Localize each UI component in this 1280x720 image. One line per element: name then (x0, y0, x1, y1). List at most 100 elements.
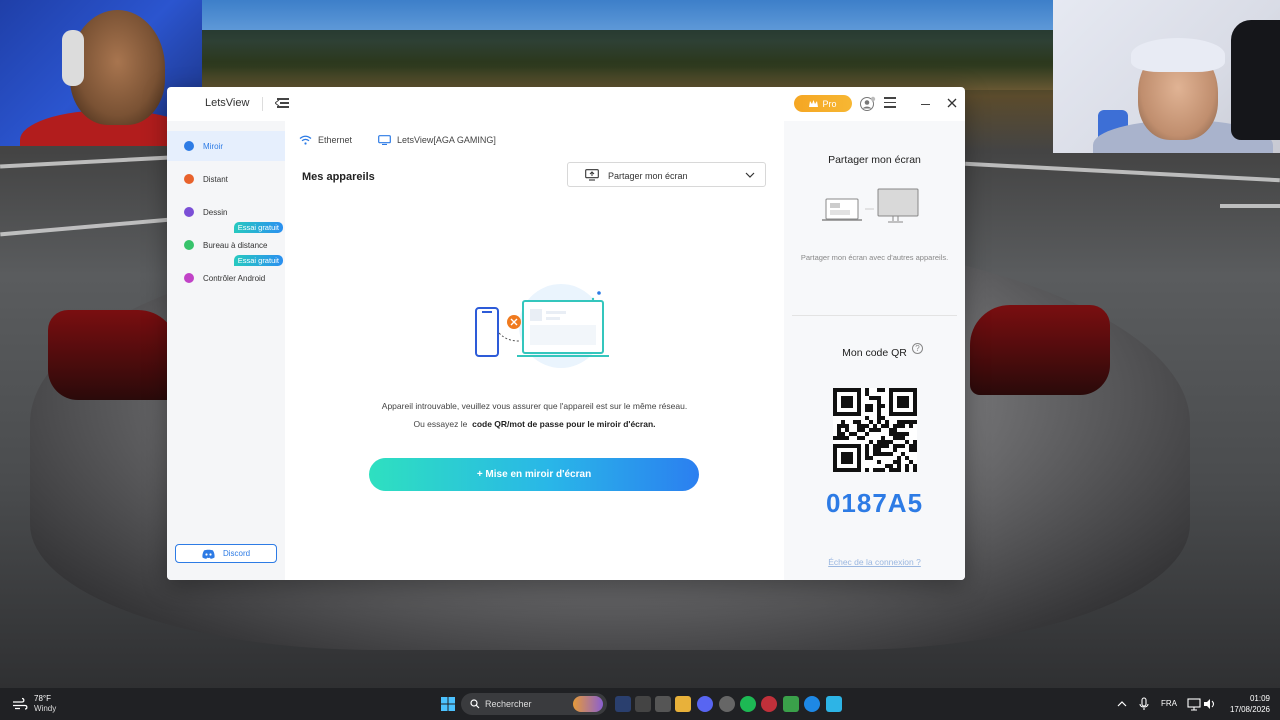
android-control-icon (184, 273, 194, 283)
my-devices-title: Mes appareils (302, 171, 375, 183)
wind-icon (13, 697, 28, 710)
discord-taskbar-icon[interactable] (697, 696, 713, 712)
sidebar-item-miroir[interactable]: Miroir (167, 131, 285, 161)
discord-label: Discord (222, 549, 251, 558)
letsview-window: LetsView Pro Miroir Distant Dessin Burea… (167, 87, 965, 580)
app-icon[interactable] (761, 696, 777, 712)
play-icon[interactable] (783, 696, 799, 712)
chevron-down-icon (745, 172, 755, 178)
monitor-icon (378, 135, 391, 145)
wifi-icon (299, 135, 312, 145)
search-label: Rechercher (485, 699, 532, 709)
device-name: LetsView[AGA GAMING] (397, 135, 496, 145)
clock-date: 17/08/2026 (1229, 705, 1270, 714)
file-explorer-icon[interactable] (675, 696, 691, 712)
language-indicator[interactable]: FRA (1161, 699, 1177, 708)
spotify-icon[interactable] (740, 696, 756, 712)
no-device-illustration (475, 284, 609, 368)
sidebar-item-label: Dessin (203, 207, 228, 217)
taskbar: 78°F Windy Rechercher FRA 01:09 17/08/20… (0, 688, 1280, 720)
network-icon[interactable] (1186, 696, 1202, 712)
chevron-up-icon[interactable] (1114, 696, 1130, 712)
free-trial-badge: Essai gratuit (233, 255, 283, 266)
main-content: Ethernet LetsView[AGA GAMING] Mes appare… (285, 121, 784, 580)
windows-start-icon[interactable] (440, 696, 456, 712)
help-icon[interactable]: ? (912, 343, 923, 354)
my-qr-title: Mon code QR (842, 347, 907, 359)
drawing-icon (184, 207, 194, 217)
connection-code: 0187A5 (825, 488, 924, 518)
pro-label: Pro (822, 98, 837, 109)
share-screen-description: Partager mon écran avec d'autres apparei… (800, 253, 949, 262)
network-type: Ethernet (299, 135, 352, 145)
close-button[interactable] (944, 95, 960, 111)
network-status: Ethernet LetsView[AGA GAMING] (299, 135, 522, 145)
sidebar-item-label: Miroir (203, 141, 223, 151)
car-taillight (48, 310, 178, 400)
road-line (0, 217, 170, 237)
share-screen-dropdown[interactable]: Partager mon écran (567, 162, 766, 187)
network-label: Ethernet (318, 135, 353, 145)
headphones (62, 30, 84, 86)
share-screen-value: Partager mon écran (608, 171, 688, 181)
share-screen-title: Partager mon écran (828, 154, 921, 166)
main-menu-icon[interactable] (884, 97, 896, 108)
edge-icon[interactable] (804, 696, 820, 712)
weather-widget[interactable]: 78°F Windy (12, 694, 56, 714)
qr-hint-prefix: Ou essayez le (413, 419, 468, 429)
search-highlight-icon (573, 696, 603, 712)
search-icon (470, 699, 480, 709)
sidebar-item-label: Contrôler Android (203, 273, 266, 283)
car-taillight (970, 305, 1110, 395)
obs-icon[interactable] (719, 696, 735, 712)
app-title: LetsView (205, 97, 250, 109)
account-icon[interactable] (860, 96, 876, 112)
qr-hint-bold: code QR/mot de passe pour le miroir d'éc… (472, 419, 656, 429)
mirror-icon (184, 141, 194, 151)
webcam-right (1053, 0, 1280, 153)
clock-time: 01:09 (1249, 694, 1270, 703)
title-bar: LetsView Pro (167, 87, 965, 121)
qr-code-image[interactable] (833, 388, 917, 472)
collapse-sidebar-icon[interactable] (275, 96, 291, 110)
weather-condition: Windy (34, 704, 57, 713)
qr-hint-message: Ou essayez le code QR/mot de passe pour … (285, 419, 784, 429)
hanging-coat (1231, 20, 1280, 140)
road-line (1220, 204, 1280, 208)
remote-icon (184, 174, 194, 184)
discord-button[interactable]: Discord (175, 544, 277, 563)
sidebar-item-distant[interactable]: Distant (167, 164, 285, 194)
screen-mirror-button[interactable]: + Mise en miroir d'écran (369, 458, 699, 491)
remote-desktop-icon (184, 240, 194, 250)
connection-failed-link[interactable]: Échec de la connexion ? (784, 557, 965, 567)
panel-divider (792, 315, 957, 316)
device-not-found-message: Appareil introuvable, veuillez vous assu… (381, 401, 688, 411)
volume-icon[interactable] (1202, 696, 1218, 712)
pro-button[interactable]: Pro (794, 95, 852, 112)
sidebar-item-label: Bureau à distance (203, 240, 268, 250)
webcam-person (70, 10, 165, 125)
taskbar-search[interactable]: Rechercher (461, 693, 607, 715)
system-clock[interactable]: 01:09 17/08/2026 (1222, 693, 1270, 715)
terminal-icon[interactable] (655, 696, 671, 712)
task-view-icon[interactable] (635, 696, 651, 712)
discord-icon (202, 549, 215, 559)
crown-icon (809, 100, 819, 107)
letsview-taskbar-icon[interactable] (826, 696, 842, 712)
weather-temp: 78°F (34, 694, 51, 703)
this-device: LetsView[AGA GAMING] (378, 135, 496, 145)
minimize-button[interactable] (918, 96, 934, 112)
microphone-icon[interactable] (1136, 696, 1152, 712)
webcam-person-hair (1131, 38, 1225, 72)
right-panel: Partager mon écran Partager mon écran av… (784, 121, 965, 580)
road-line (0, 155, 170, 169)
sidebar-item-label: Distant (203, 174, 228, 184)
share-screen-illustration (822, 188, 919, 223)
free-trial-badge: Essai gratuit (233, 222, 283, 233)
sidebar: Miroir Distant Dessin Bureau à distance … (167, 121, 285, 580)
cast-screen-icon (585, 169, 599, 181)
sidebar-item-controler-android[interactable]: Contrôler Android Essai gratuit (167, 255, 285, 293)
road-line (965, 161, 1280, 183)
title-separator (262, 97, 263, 111)
pen-icon[interactable] (615, 696, 631, 712)
